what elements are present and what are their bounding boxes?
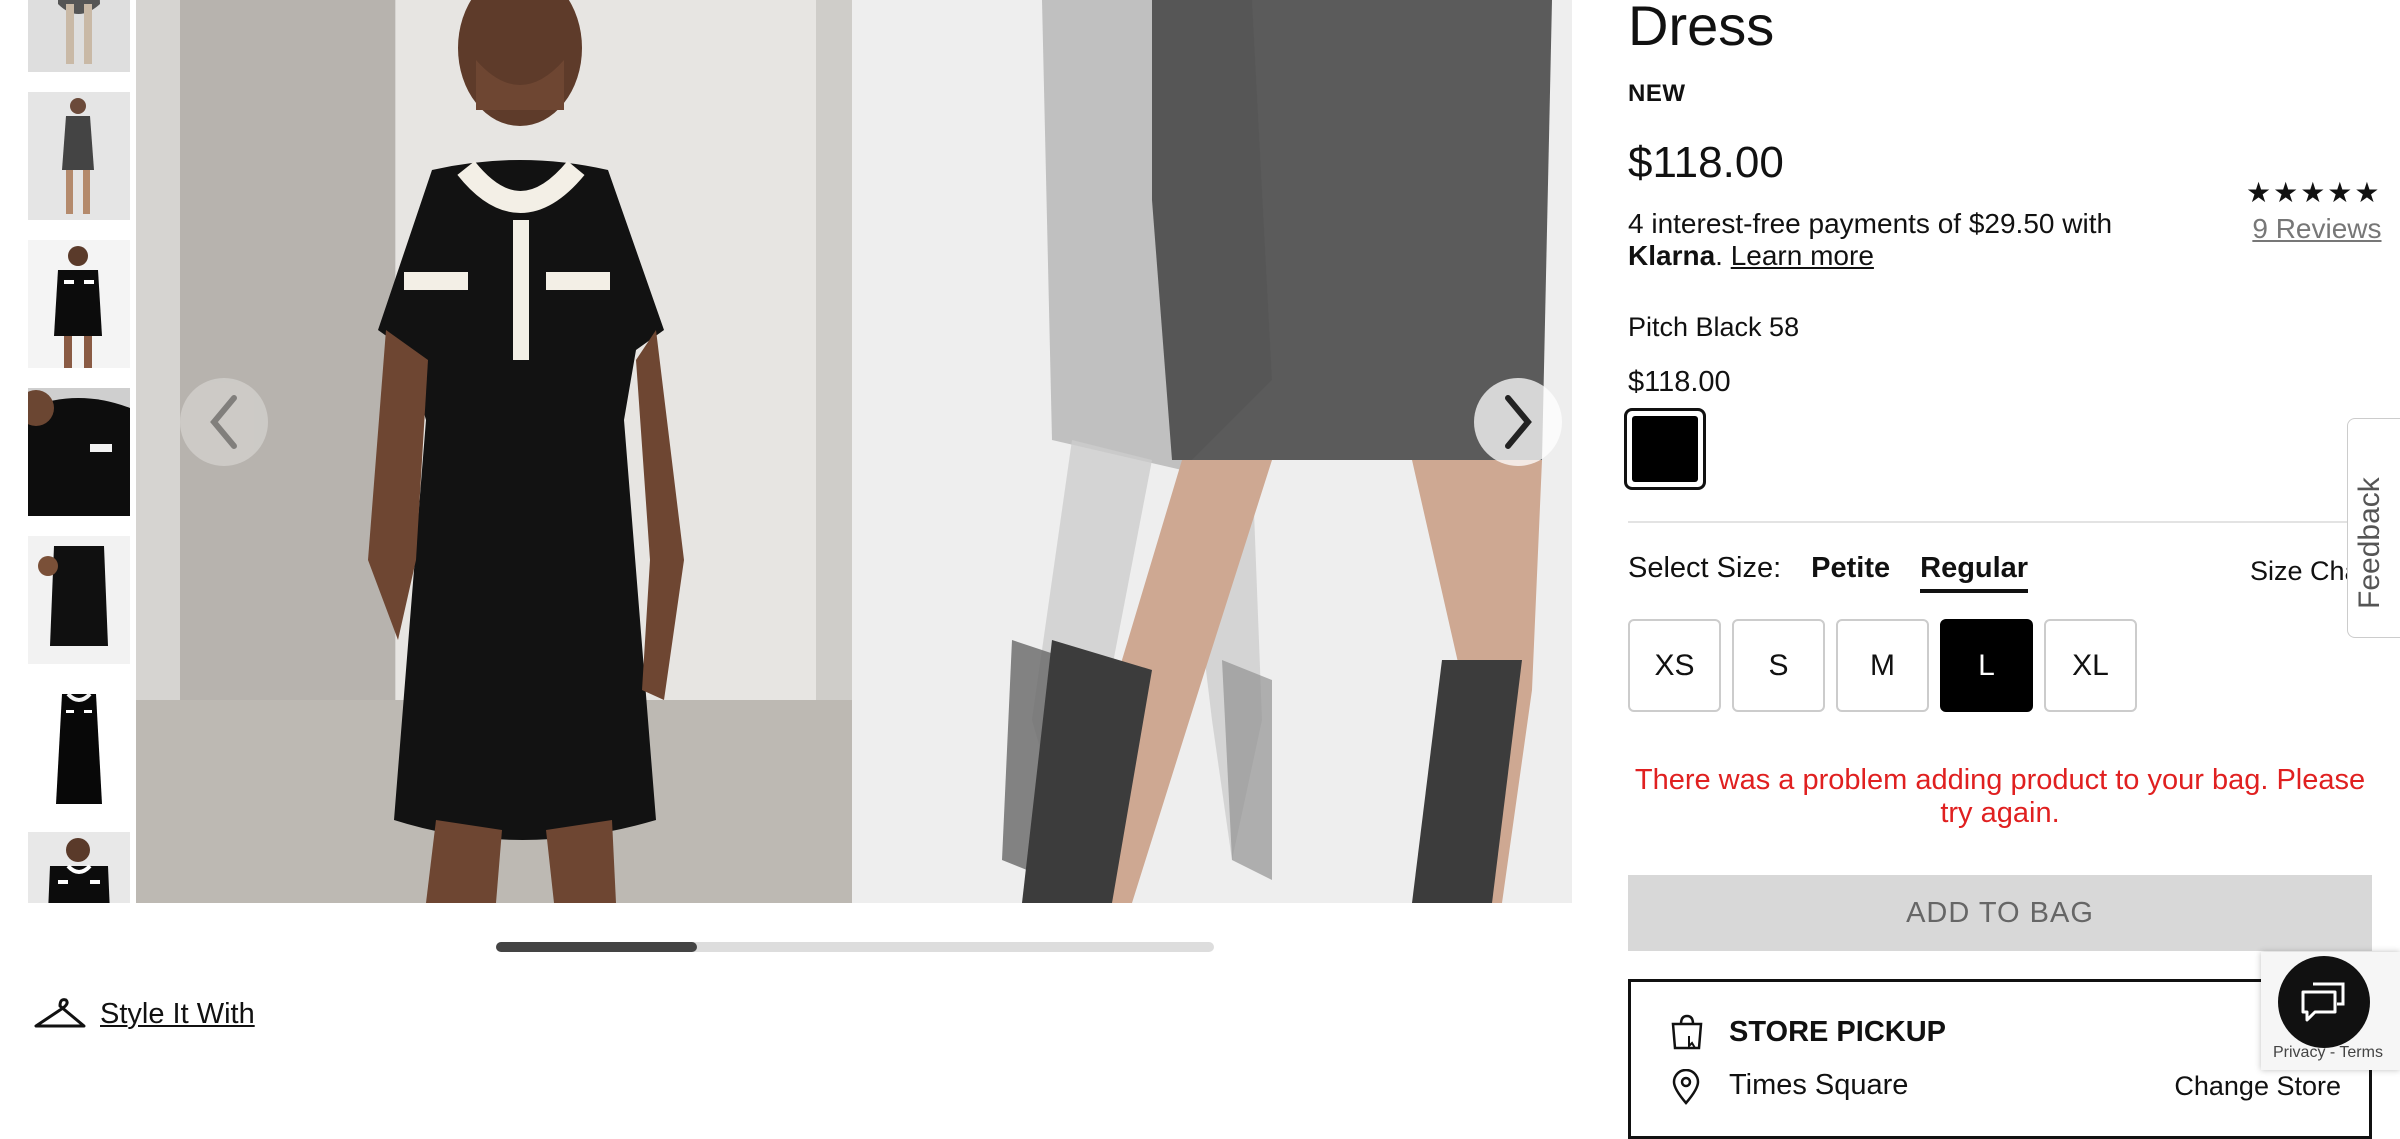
size-selector-header: Select Size: Petite Regular xyxy=(1628,552,2029,593)
thumbnail-image[interactable] xyxy=(28,92,130,220)
size-button-xs[interactable]: XS xyxy=(1628,619,1721,712)
klarna-separator: . xyxy=(1715,240,1723,271)
style-it-with-link[interactable]: Style It With xyxy=(34,992,255,1036)
feedback-tab[interactable]: Feedback xyxy=(2347,418,2400,638)
divider xyxy=(1628,521,2362,523)
product-title: Dress xyxy=(1628,0,1775,57)
color-swatch-black[interactable] xyxy=(1624,408,1706,490)
size-button-l[interactable]: L xyxy=(1940,619,2033,712)
learn-more-link[interactable]: Learn more xyxy=(1731,240,1874,271)
store-pickup-title: STORE PICKUP xyxy=(1729,1016,1947,1048)
tab-regular[interactable]: Regular xyxy=(1920,552,2029,593)
hanger-icon xyxy=(34,998,86,1028)
klarna-logo: Klarna xyxy=(1628,240,1716,271)
new-badge: NEW xyxy=(1628,80,1686,107)
gallery-next-button[interactable] xyxy=(1474,378,1562,466)
thumbnail-image[interactable] xyxy=(28,832,130,903)
chevron-right-icon xyxy=(1505,395,1532,449)
size-button-m[interactable]: M xyxy=(1836,619,1929,712)
size-button-xl[interactable]: XL xyxy=(2044,619,2137,712)
color-price: $118.00 xyxy=(1628,366,1731,398)
change-store-link[interactable]: Change Store xyxy=(2174,1071,2341,1102)
chevron-left-icon xyxy=(210,395,237,449)
chat-icon xyxy=(2301,982,2345,1022)
chat-button[interactable] xyxy=(2278,956,2370,1048)
product-gallery xyxy=(136,0,1572,903)
swatch-fill xyxy=(1632,416,1698,482)
klarna-message: 4 interest-free payments of $29.50 with … xyxy=(1628,208,2188,272)
thumbnail-image[interactable] xyxy=(28,240,130,368)
thumbnail-strip xyxy=(28,0,130,903)
tab-petite[interactable]: Petite xyxy=(1811,552,1890,589)
thumbnail-image[interactable] xyxy=(28,684,130,812)
product-image-back xyxy=(852,0,1572,903)
add-to-bag-button[interactable]: ADD TO BAG xyxy=(1628,875,2372,951)
gallery-scrollbar-thumb[interactable] xyxy=(496,942,697,952)
feedback-label: Feedback xyxy=(2353,477,2386,609)
select-size-label: Select Size: xyxy=(1628,552,1782,584)
color-name: Pitch Black 58 xyxy=(1628,312,1800,342)
product-rating: ★★★★★ 9 Reviews xyxy=(2246,176,2382,245)
product-price: $118.00 xyxy=(1628,138,1784,187)
star-rating-icon: ★★★★★ xyxy=(2246,177,2382,208)
klarna-text: 4 interest-free payments of $29.50 with xyxy=(1628,208,2113,239)
reviews-link[interactable]: 9 Reviews xyxy=(2246,213,2381,245)
thumbnail-image[interactable] xyxy=(28,0,130,72)
size-options: XS S M L XL xyxy=(1628,619,2148,712)
style-it-with-label: Style It With xyxy=(100,997,255,1030)
size-button-s[interactable]: S xyxy=(1732,619,1825,712)
size-chart-link[interactable]: Size Cha xyxy=(2250,556,2360,587)
error-message: There was a problem adding product to yo… xyxy=(1634,764,2366,829)
store-name: Times Square xyxy=(1729,1069,1909,1101)
shopping-bag-icon xyxy=(1671,1014,1703,1050)
thumbnail-image[interactable] xyxy=(28,388,130,516)
gallery-prev-button[interactable] xyxy=(180,378,268,466)
thumbnail-image[interactable] xyxy=(28,536,130,664)
